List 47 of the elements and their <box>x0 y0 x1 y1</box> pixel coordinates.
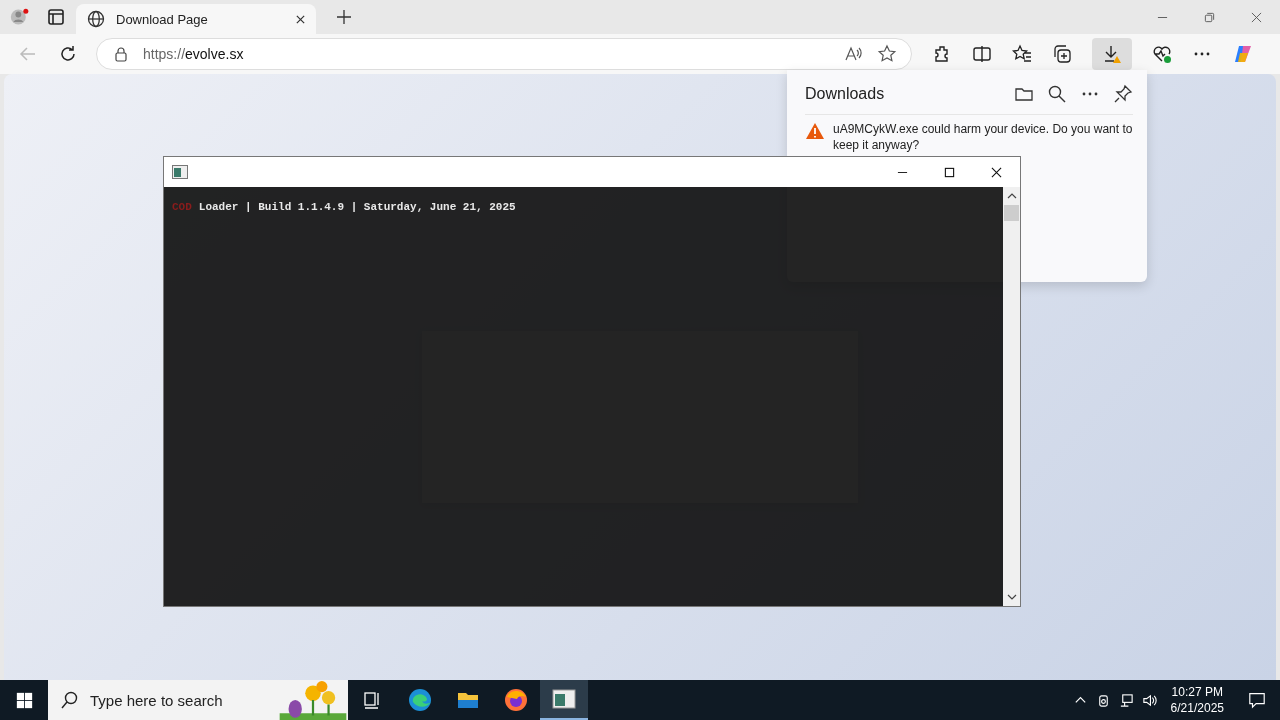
collections-icon[interactable] <box>1052 44 1072 64</box>
downloads-button[interactable] <box>1092 38 1132 70</box>
volume-icon[interactable] <box>1141 692 1157 708</box>
health-check-icon[interactable] <box>1152 44 1172 64</box>
edge-browser-icon <box>408 688 432 712</box>
console-text: COD <box>172 201 192 213</box>
panel-title: Downloads <box>805 85 886 103</box>
close-icon[interactable] <box>991 166 1002 178</box>
globe-icon <box>86 9 106 29</box>
network-icon[interactable] <box>1118 692 1134 708</box>
clock-date[interactable]: 6/21/2025 <box>1170 700 1224 716</box>
refresh-icon[interactable] <box>58 44 78 64</box>
url-text: https://evolve.sx <box>143 46 244 62</box>
notifications-icon[interactable] <box>1248 691 1266 709</box>
split-screen-icon[interactable] <box>972 44 992 64</box>
start-icon[interactable] <box>16 691 33 709</box>
firefox-icon <box>504 688 528 712</box>
profile-icon[interactable] <box>10 7 30 27</box>
download-warning-icon <box>1102 44 1122 64</box>
scroll-up-icon[interactable] <box>1006 192 1017 200</box>
taskbar-search-field[interactable]: Type here to search <box>48 680 348 720</box>
pin-icon[interactable] <box>1113 84 1133 104</box>
warning-icon <box>805 121 825 141</box>
console-app-icon <box>552 687 576 711</box>
scroll-down-icon[interactable] <box>1006 593 1017 601</box>
new-tab-icon[interactable] <box>336 9 352 25</box>
console-text: Loader | Build 1.1.4.9 | Saturday, June 21, 2025 <box>198 201 516 213</box>
address-bar[interactable]: https://evolve.sx <box>96 38 912 70</box>
favorites-icon[interactable] <box>1012 44 1032 64</box>
search-icon <box>60 690 80 710</box>
restore-icon[interactable] <box>1204 11 1215 23</box>
warning-message: uA9MCykW.exe could harm your device. Do you want to keep it anyway? <box>833 121 1133 153</box>
task-view-icon[interactable] <box>362 690 382 710</box>
search-icon[interactable] <box>1047 84 1067 104</box>
tab-actions-icon[interactable] <box>46 7 66 27</box>
maximize-icon[interactable] <box>944 166 955 178</box>
star-icon[interactable] <box>877 44 897 64</box>
taskbar-app-button[interactable] <box>540 680 588 720</box>
browser-tab[interactable]: Download Page <box>76 4 316 34</box>
copilot-icon[interactable] <box>1232 43 1254 65</box>
close-icon[interactable] <box>295 13 306 25</box>
clock-time[interactable]: 10:27 PM <box>1171 684 1223 700</box>
scroll-thumb[interactable] <box>1004 205 1019 221</box>
console-app-icon <box>172 165 188 179</box>
flowers-drawing <box>278 680 348 720</box>
lock-icon <box>113 46 129 62</box>
scrollbar[interactable] <box>1003 187 1020 606</box>
